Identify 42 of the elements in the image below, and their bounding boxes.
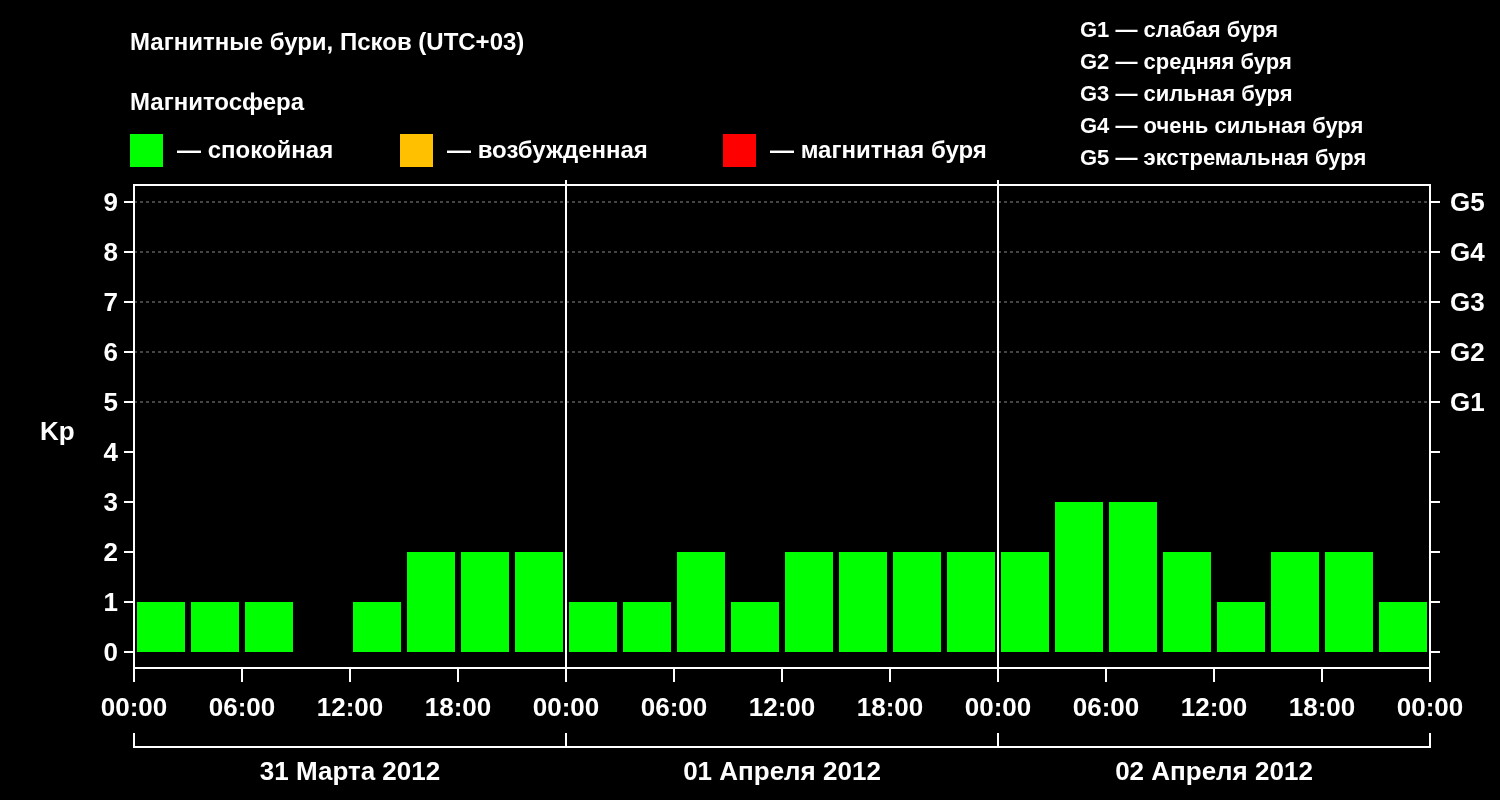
x-tick-label: 18:00 — [1288, 692, 1356, 722]
x-tick-label: 12:00 — [1180, 692, 1248, 722]
y-axis-label: Kp — [40, 416, 75, 446]
x-tick-label: 06:00 — [208, 692, 276, 722]
x-tick-label: 12:00 — [316, 692, 384, 722]
storm-scale-entry: G4 — очень сильная буря — [1080, 113, 1364, 138]
g-level-label: G4 — [1450, 237, 1485, 267]
y-tick-label: 1 — [103, 587, 118, 617]
x-tick-label: 00:00 — [964, 692, 1032, 722]
chart-title: Магнитные бури, Псков (UTC+03) — [130, 28, 525, 55]
g-level-label: G2 — [1450, 337, 1485, 367]
x-tick-label: 00:00 — [532, 692, 600, 722]
storm-scale-entry: G5 — экстремальная буря — [1080, 145, 1367, 170]
day-label: 31 Марта 2012 — [259, 756, 441, 786]
legend-heading: Магнитосфера — [130, 88, 305, 115]
y-tick-label: 9 — [103, 187, 118, 217]
y-tick-label: 7 — [103, 287, 118, 317]
storm-scale-entry: G1 — слабая буря — [1080, 17, 1279, 42]
y-tick-label: 2 — [103, 537, 118, 567]
g-level-label: G1 — [1450, 387, 1485, 417]
legend-label: — магнитная буря — [770, 136, 987, 163]
y-tick-label: 8 — [103, 237, 118, 267]
x-tick-label: 18:00 — [424, 692, 492, 722]
storm-scale-entry: G2 — средняя буря — [1080, 49, 1292, 74]
y-tick-label: 3 — [103, 487, 118, 517]
y-tick-label: 0 — [103, 637, 118, 667]
x-tick-label: 12:00 — [748, 692, 816, 722]
legend-label: — возбужденная — [447, 136, 648, 163]
g-level-label: G3 — [1450, 287, 1485, 317]
x-tick-label: 18:00 — [856, 692, 924, 722]
x-tick-label: 06:00 — [640, 692, 708, 722]
y-tick-label: 4 — [103, 437, 118, 467]
g-level-label: G5 — [1450, 187, 1485, 217]
legend-label: — спокойная — [177, 136, 334, 163]
day-label: 02 Апреля 2012 — [1115, 756, 1313, 786]
x-tick-label: 06:00 — [1072, 692, 1140, 722]
y-tick-label: 6 — [103, 337, 118, 367]
x-tick-label: 00:00 — [100, 692, 168, 722]
storm-scale-entry: G3 — сильная буря — [1080, 81, 1293, 106]
x-tick-label: 00:00 — [1396, 692, 1464, 722]
y-tick-label: 5 — [103, 387, 118, 417]
day-label: 01 Апреля 2012 — [683, 756, 881, 786]
